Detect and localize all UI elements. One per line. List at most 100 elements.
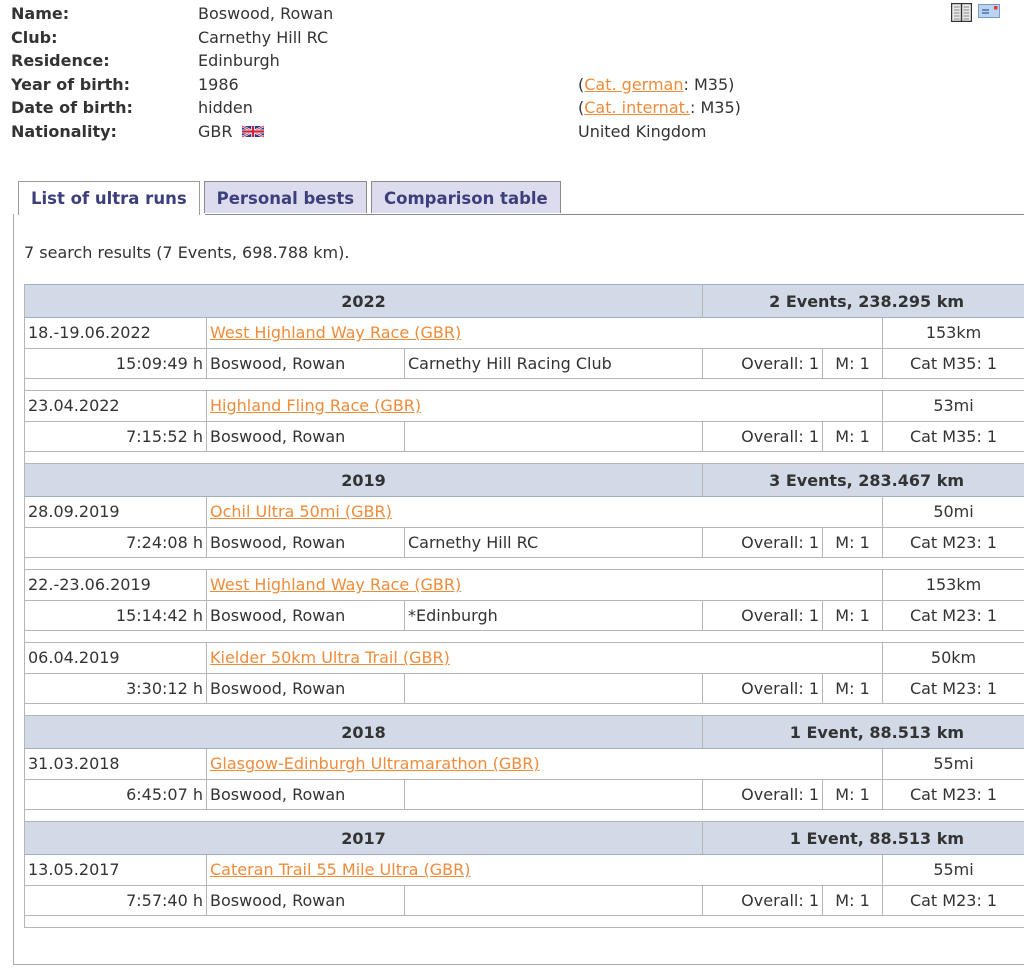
event-race-cell: Highland Fling Race (GBR) [205, 390, 884, 422]
finish-time: 7:24:08 h [24, 526, 207, 558]
search-summary: 7 search results (7 Events, 698.788 km). [24, 243, 350, 262]
event-race-link[interactable]: Kielder 50km Ultra Trail (GBR) [210, 648, 450, 667]
runner-name: Boswood, Rowan [206, 599, 405, 631]
cat-internat-link[interactable]: Cat. internat. [584, 98, 690, 117]
email-icon[interactable] [978, 3, 1000, 26]
event-row: 23.04.2022 Highland Fling Race (GBR) 53mi [24, 390, 1024, 422]
profile-row-year-of-birth: Year of birth: 1986 (Cat. german: M35) [11, 73, 741, 97]
profile-row-residence: Residence: Edinburgh [11, 49, 741, 73]
tab-personal-bests[interactable]: Personal bests [203, 181, 368, 213]
year-summary: 3 Events, 283.467 km [702, 463, 1024, 497]
rank-category: Cat M23: 1 [882, 526, 1024, 558]
event-date: 18.-19.06.2022 [24, 317, 207, 349]
event-distance: 53mi [882, 390, 1024, 422]
category-german: (Cat. german: M35) [578, 73, 734, 97]
event-race-link[interactable]: Glasgow-Edinburgh Ultramarathon (GBR) [210, 754, 540, 773]
event-distance: 50mi [882, 496, 1024, 528]
rank-gender: M: 1 [822, 599, 884, 631]
runner-club [403, 778, 704, 810]
event-race-cell: West Highland Way Race (GBR) [205, 317, 884, 349]
runner-club: Carnethy Hill Racing Club [403, 347, 704, 379]
year-summary: 2 Events, 238.295 km [702, 284, 1024, 318]
rank-gender: M: 1 [822, 884, 884, 916]
profile-value-club: Carnethy Hill RC [198, 27, 329, 47]
spacer-cell [23, 915, 1024, 928]
runner-club: Carnethy Hill RC [403, 526, 704, 558]
rank-overall: Overall: 1 [702, 347, 824, 379]
event-race-link[interactable]: Ochil Ultra 50mi (GBR) [210, 502, 392, 521]
year-summary: 1 Event, 88.513 km [702, 821, 1024, 855]
rank-category: Cat M23: 1 [882, 884, 1024, 916]
event-race-cell: Kielder 50km Ultra Trail (GBR) [205, 642, 884, 674]
year-label: 2022 [23, 284, 704, 318]
rank-gender: M: 1 [822, 672, 884, 704]
runner-name: Boswood, Rowan [206, 778, 405, 810]
event-distance: 55mi [882, 748, 1024, 780]
event-date: 22.-23.06.2019 [24, 569, 207, 601]
event-distance: 153km [882, 317, 1024, 349]
year-label: 2018 [23, 715, 704, 749]
event-row: 13.05.2017 Cateran Trail 55 Mile Ultra (G… [24, 854, 1024, 886]
profile-row-club: Club: Carnethy Hill RC [11, 26, 741, 50]
year-header-row: 2017 1 Event, 88.513 km [23, 821, 1024, 855]
spacer-cell [23, 809, 1024, 822]
event-date: 13.05.2017 [24, 854, 207, 886]
profile-value-name: Boswood, Rowan [198, 4, 334, 23]
tab-bar: List of ultra runs Personal bests Compar… [18, 181, 565, 215]
year-header-row: 2018 1 Event, 88.513 km [23, 715, 1024, 749]
runner-name: Boswood, Rowan [206, 884, 405, 916]
event-row: 06.04.2019 Kielder 50km Ultra Trail (GBR)… [24, 642, 1024, 674]
runner-profile: Name: Boswood, Rowan Club: Carnethy Hill… [11, 2, 741, 143]
runner-name: Boswood, Rowan [206, 347, 405, 379]
cat-german-value: : M35) [683, 74, 735, 94]
event-race-cell: West Highland Way Race (GBR) [205, 569, 884, 601]
results-table: 2022 2 Events, 238.295 km 18.-19.06.2022 We… [23, 284, 1024, 928]
profile-value-nationality: GBR [198, 120, 578, 144]
year-header-row: 2022 2 Events, 238.295 km [23, 284, 1024, 318]
rank-overall: Overall: 1 [702, 526, 824, 558]
event-row: 22.-23.06.2019 West Highland Way Race (GB… [24, 569, 1024, 601]
event-date: 28.09.2019 [24, 496, 207, 528]
profile-label: Year of birth: [11, 74, 131, 94]
event-date: 06.04.2019 [24, 642, 207, 674]
event-race-cell: Ochil Ultra 50mi (GBR) [205, 496, 884, 528]
rank-overall: Overall: 1 [702, 884, 824, 916]
category-internat: (Cat. internat.: M35) [578, 96, 741, 120]
event-race-link[interactable]: West Highland Way Race (GBR) [210, 323, 461, 342]
result-row: 7:15:52 h Boswood, Rowan Overall: 1 M: 1 Cat… [24, 420, 1024, 452]
profile-label: Residence: [11, 51, 110, 70]
event-race-link[interactable]: Highland Fling Race (GBR) [210, 396, 421, 415]
uk-flag-icon [241, 121, 265, 145]
year-label: 2017 [23, 821, 704, 855]
result-row: 15:14:42 h Boswood, Rowan *Edinburgh Overal… [24, 599, 1024, 631]
event-race-link[interactable]: Cateran Trail 55 Mile Ultra (GBR) [210, 860, 470, 879]
event-row: 18.-19.06.2022 West Highland Way Race (GB… [24, 317, 1024, 349]
year-summary: 1 Event, 88.513 km [702, 715, 1024, 749]
event-race-cell: Glasgow-Edinburgh Ultramarathon (GBR) [205, 748, 884, 780]
finish-time: 7:15:52 h [24, 420, 207, 452]
spacer-row [23, 451, 1024, 464]
rank-category: Cat M23: 1 [882, 672, 1024, 704]
event-distance: 153km [882, 569, 1024, 601]
year-label: 2019 [23, 463, 704, 497]
event-row: 31.03.2018 Glasgow-Edinburgh Ultramaratho… [24, 748, 1024, 780]
event-race-cell: Cateran Trail 55 Mile Ultra (GBR) [205, 854, 884, 886]
profile-label: Nationality: [11, 121, 117, 141]
cat-internat-value: : M35) [689, 98, 741, 117]
tab-comparison-table[interactable]: Comparison table [371, 181, 561, 213]
rank-overall: Overall: 1 [702, 778, 824, 810]
result-row: 15:09:49 h Boswood, Rowan Carnethy Hill Ra… [24, 347, 1024, 379]
profile-row-date-of-birth: Date of birth: hidden (Cat. internat.: M… [11, 96, 741, 120]
finish-time: 3:30:12 h [24, 672, 207, 704]
spacer-row [23, 378, 1024, 391]
event-race-link[interactable]: West Highland Way Race (GBR) [210, 575, 461, 594]
runner-club [403, 420, 704, 452]
runner-club [403, 884, 704, 916]
cat-german-link[interactable]: Cat. german [584, 75, 683, 94]
rank-gender: M: 1 [822, 420, 884, 452]
spacer-row [23, 557, 1024, 570]
spacer-cell [23, 703, 1024, 716]
rank-overall: Overall: 1 [702, 672, 824, 704]
book-icon[interactable] [950, 2, 973, 26]
tab-list-of-ultra-runs[interactable]: List of ultra runs [18, 181, 200, 215]
